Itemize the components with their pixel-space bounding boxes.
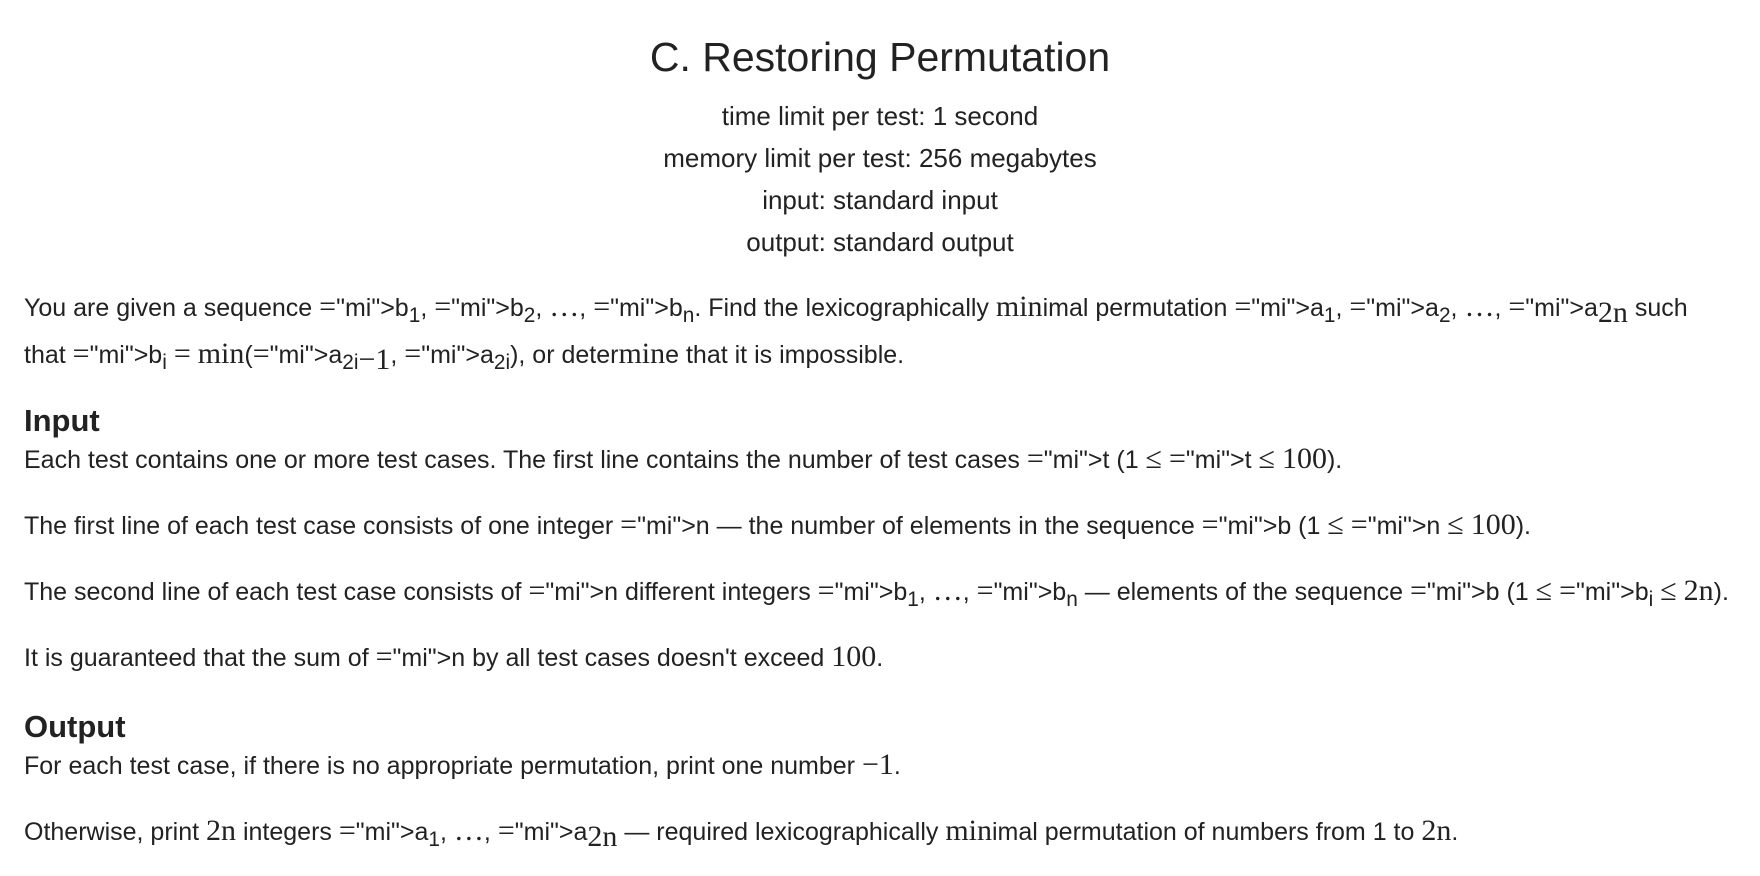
problem-header: C. Restoring Permutation time limit per … — [24, 0, 1736, 263]
input-heading: Input — [24, 403, 100, 438]
input-file: input: standard input — [762, 185, 998, 215]
problem-limits: time limit per test: 1 second memory lim… — [24, 95, 1736, 263]
output-paragraph-1: For each test case, if there is no appro… — [24, 748, 901, 781]
problem-title: C. Restoring Permutation — [649, 34, 1111, 80]
memory-limit: memory limit per test: 256 megabytes — [663, 143, 1097, 173]
input-paragraph-4: It is guaranteed that the sum of ="mi">n… — [24, 640, 884, 673]
statement-paragraph: You are given a sequence ="mi">b1, ="mi"… — [24, 290, 1688, 376]
output-paragraph-2: Otherwise, print 2n integers ="mi">a1, …… — [24, 814, 1459, 853]
output-heading: Output — [24, 709, 126, 744]
problem-page: C. Restoring Permutation time limit per … — [24, 0, 1736, 853]
output-file: output: standard output — [746, 227, 1014, 257]
input-paragraph-3: The second line of each test case consis… — [24, 574, 1729, 611]
time-limit: time limit per test: 1 second — [721, 101, 1039, 131]
input-paragraph-1: Each test contains one or more test case… — [24, 442, 1343, 475]
input-paragraph-2: The first line of each test case consist… — [24, 508, 1531, 541]
